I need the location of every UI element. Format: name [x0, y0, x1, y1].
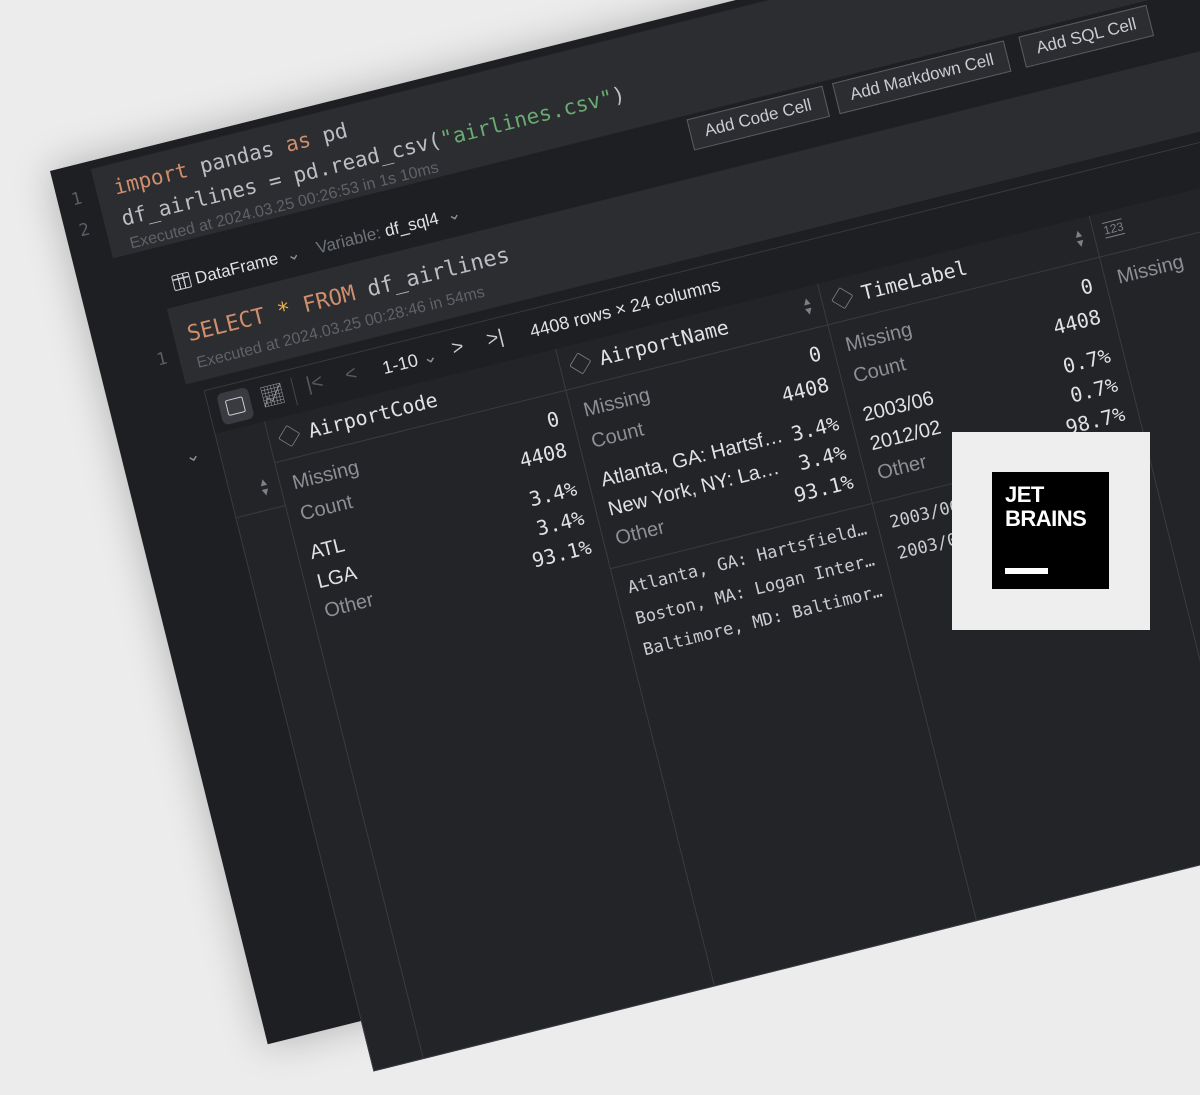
stat-label: Missing: [581, 383, 653, 422]
stat-label: Missing: [843, 318, 915, 357]
stat-value: 4408: [779, 372, 832, 408]
table-icon: [224, 396, 247, 417]
variable-label: Variable:: [314, 223, 383, 258]
top-value-pct: 0.7%: [1067, 372, 1121, 408]
previous-page-button[interactable]: <: [343, 362, 360, 387]
code-text: pd: [307, 118, 351, 151]
top-value-pct: 3.4%: [526, 476, 580, 512]
line-number: 1: [69, 188, 85, 211]
variable-value: df_sql4: [382, 208, 441, 241]
stat-value: 0: [544, 406, 562, 433]
line-number: 1: [154, 348, 170, 371]
jetbrains-logo-panel: JET BRAINS: [952, 432, 1150, 630]
table-icon: [170, 271, 193, 292]
stat-value: 0: [1077, 273, 1096, 300]
top-value-pct: 0.7%: [1060, 343, 1113, 379]
chevron-down-icon: ⌄: [444, 203, 463, 226]
stat-label: Missing: [290, 456, 362, 495]
string-literal: "airlines.csv": [437, 85, 616, 152]
stat-label: Missing: [1114, 250, 1187, 289]
stat-label: Count: [297, 491, 356, 526]
table-view-button[interactable]: [215, 386, 255, 426]
output-type-label: DataFrame: [193, 248, 281, 288]
top-value-label: ATL: [307, 534, 348, 565]
add-cell-toolbar: Add Code Cell Add Markdown Cell Add SQL …: [686, 4, 1155, 151]
last-page-button[interactable]: >|: [484, 326, 506, 352]
next-page-button[interactable]: >: [449, 336, 466, 361]
stat-value: 4408: [517, 437, 570, 473]
first-page-button[interactable]: |<: [304, 371, 326, 397]
top-value-label: Other: [875, 450, 930, 485]
numeric-type-icon: 123: [1101, 218, 1126, 239]
object-type-icon: [278, 425, 301, 447]
object-type-icon: [569, 352, 592, 375]
chevron-down-icon: ⌄: [420, 345, 440, 369]
top-value-pct: 3.4%: [795, 440, 849, 476]
collapse-chevron-icon[interactable]: ⌄: [183, 443, 203, 467]
jetbrains-logo: JET BRAINS: [992, 472, 1109, 589]
operator: *: [261, 294, 307, 328]
line-number: 2: [77, 219, 92, 242]
top-value-label: Other: [613, 516, 668, 550]
stat-label: Count: [850, 353, 909, 388]
chart-view-button[interactable]: 📈︎: [257, 380, 288, 410]
table-cell[interactable]: 2003/06: [888, 496, 962, 533]
top-value-pct: 3.4%: [533, 505, 587, 541]
sort-icon[interactable]: ▲ ▼: [1072, 227, 1088, 251]
keyword: FROM: [300, 281, 358, 319]
sort-icon[interactable]: ▲ ▼: [257, 476, 273, 500]
top-value-pct: 3.4%: [788, 411, 842, 447]
stat-label: Count: [588, 418, 647, 453]
line-chart-icon: 📈︎: [257, 382, 288, 410]
top-value-label: Other: [322, 588, 376, 623]
stat-value: 4408: [1050, 304, 1104, 340]
logo-bar: [1005, 568, 1048, 574]
chevron-down-icon: ⌄: [284, 243, 303, 266]
sort-icon[interactable]: ▲ ▼: [800, 295, 816, 319]
logo-text: BRAINS: [1005, 506, 1087, 531]
stat-value: 0: [806, 341, 824, 368]
top-value-label: LGA: [314, 562, 360, 594]
page-range: 1-10: [380, 349, 421, 379]
page-range-dropdown[interactable]: 1-10 ⌄: [380, 345, 440, 379]
object-type-icon: [831, 287, 854, 310]
toolbar-divider: [290, 377, 298, 406]
logo-text: JET: [1005, 482, 1044, 507]
